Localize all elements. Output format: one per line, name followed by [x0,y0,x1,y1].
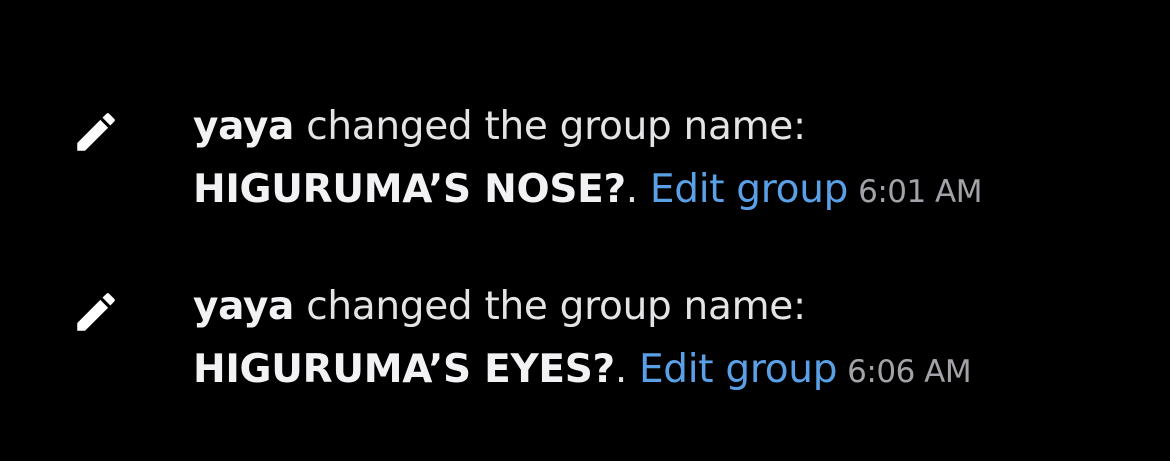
edit-group-link[interactable]: Edit group [650,167,849,212]
pencil-icon [71,287,121,337]
event-action: changed the group name: [306,104,806,149]
event-text: yaya changed the group name: HIGURUMA’S … [193,277,1153,405]
sentence-period: . [625,167,638,212]
event-action: changed the group name: [306,284,806,329]
new-group-name: HIGURUMA’S NOSE? [193,167,626,212]
new-group-name: HIGURUMA’S EYES? [193,347,615,392]
author-name[interactable]: yaya [193,284,294,329]
event-text: yaya changed the group name: HIGURUMA’S … [193,97,1153,225]
event-timestamp: 6:01 AM [858,174,983,210]
event-timestamp: 6:06 AM [847,354,972,390]
sentence-period: . [614,347,627,392]
system-message-feed: yaya changed the group name: HIGURUMA’S … [0,0,1170,461]
event-line-2: HIGURUMA’S NOSE?. Edit group 6:01 AM [193,157,1153,225]
group-rename-event: yaya changed the group name: HIGURUMA’S … [0,97,1170,247]
group-rename-event: yaya changed the group name: HIGURUMA’S … [0,277,1170,427]
pencil-icon [71,107,121,157]
edit-group-link[interactable]: Edit group [639,347,838,392]
event-line-1: yaya changed the group name: [193,97,1153,157]
author-name[interactable]: yaya [193,104,294,149]
event-line-2: HIGURUMA’S EYES?. Edit group 6:06 AM [193,337,1153,405]
event-line-1: yaya changed the group name: [193,277,1153,337]
